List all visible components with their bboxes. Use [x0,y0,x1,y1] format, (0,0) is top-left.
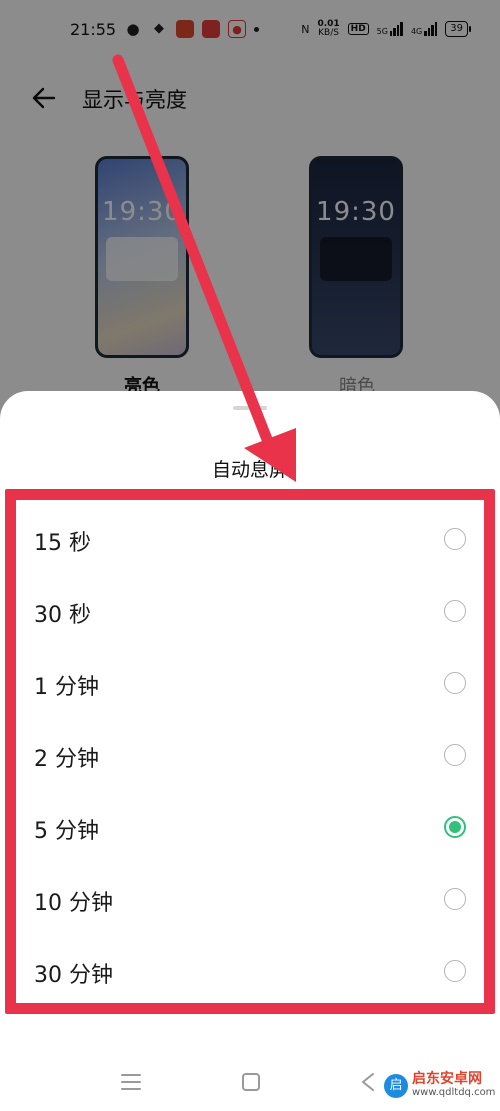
option-label: 5 分钟 [34,819,99,844]
option-label: 10 分钟 [34,891,113,916]
watermark-text: 启东安卓网 www.qdltdq.com [412,1072,495,1100]
sheet-drag-handle[interactable] [233,406,267,410]
auto-screen-off-sheet: 自动息屏 15 秒 30 秒 1 分钟 2 分钟 5 分钟 10 分钟 30 分… [0,391,500,1111]
radio-button[interactable] [444,600,466,622]
timeout-option-5min[interactable]: 5 分钟 [0,791,500,863]
timeout-options-list: 15 秒 30 秒 1 分钟 2 分钟 5 分钟 10 分钟 30 分钟 [0,503,500,1007]
radio-button[interactable] [444,744,466,766]
timeout-option-15s[interactable]: 15 秒 [0,503,500,575]
timeout-option-1min[interactable]: 1 分钟 [0,647,500,719]
radio-button-selected[interactable] [444,816,466,838]
timeout-option-2min[interactable]: 2 分钟 [0,719,500,791]
radio-button[interactable] [444,960,466,982]
option-label: 30 分钟 [34,963,113,988]
radio-button[interactable] [444,888,466,910]
timeout-option-30s[interactable]: 30 秒 [0,575,500,647]
recent-apps-icon[interactable] [117,1068,145,1096]
watermark-name: 启东安卓网 [412,1071,482,1087]
timeout-option-10min[interactable]: 10 分钟 [0,863,500,935]
option-label: 1 分钟 [34,675,99,700]
sheet-title: 自动息屏 [211,459,288,481]
watermark-logo-icon: 启 [384,1074,408,1098]
option-label: 15 秒 [34,531,91,556]
radio-button[interactable] [444,672,466,694]
back-nav-icon[interactable] [355,1068,383,1096]
home-icon[interactable] [237,1068,265,1096]
option-label: 2 分钟 [34,747,99,772]
site-watermark: 启 启东安卓网 www.qdltdq.com [384,1072,495,1100]
timeout-option-30min[interactable]: 30 分钟 [0,935,500,1007]
option-label: 30 秒 [34,603,91,628]
watermark-url: www.qdltdq.com [412,1087,496,1098]
radio-button[interactable] [444,528,466,550]
